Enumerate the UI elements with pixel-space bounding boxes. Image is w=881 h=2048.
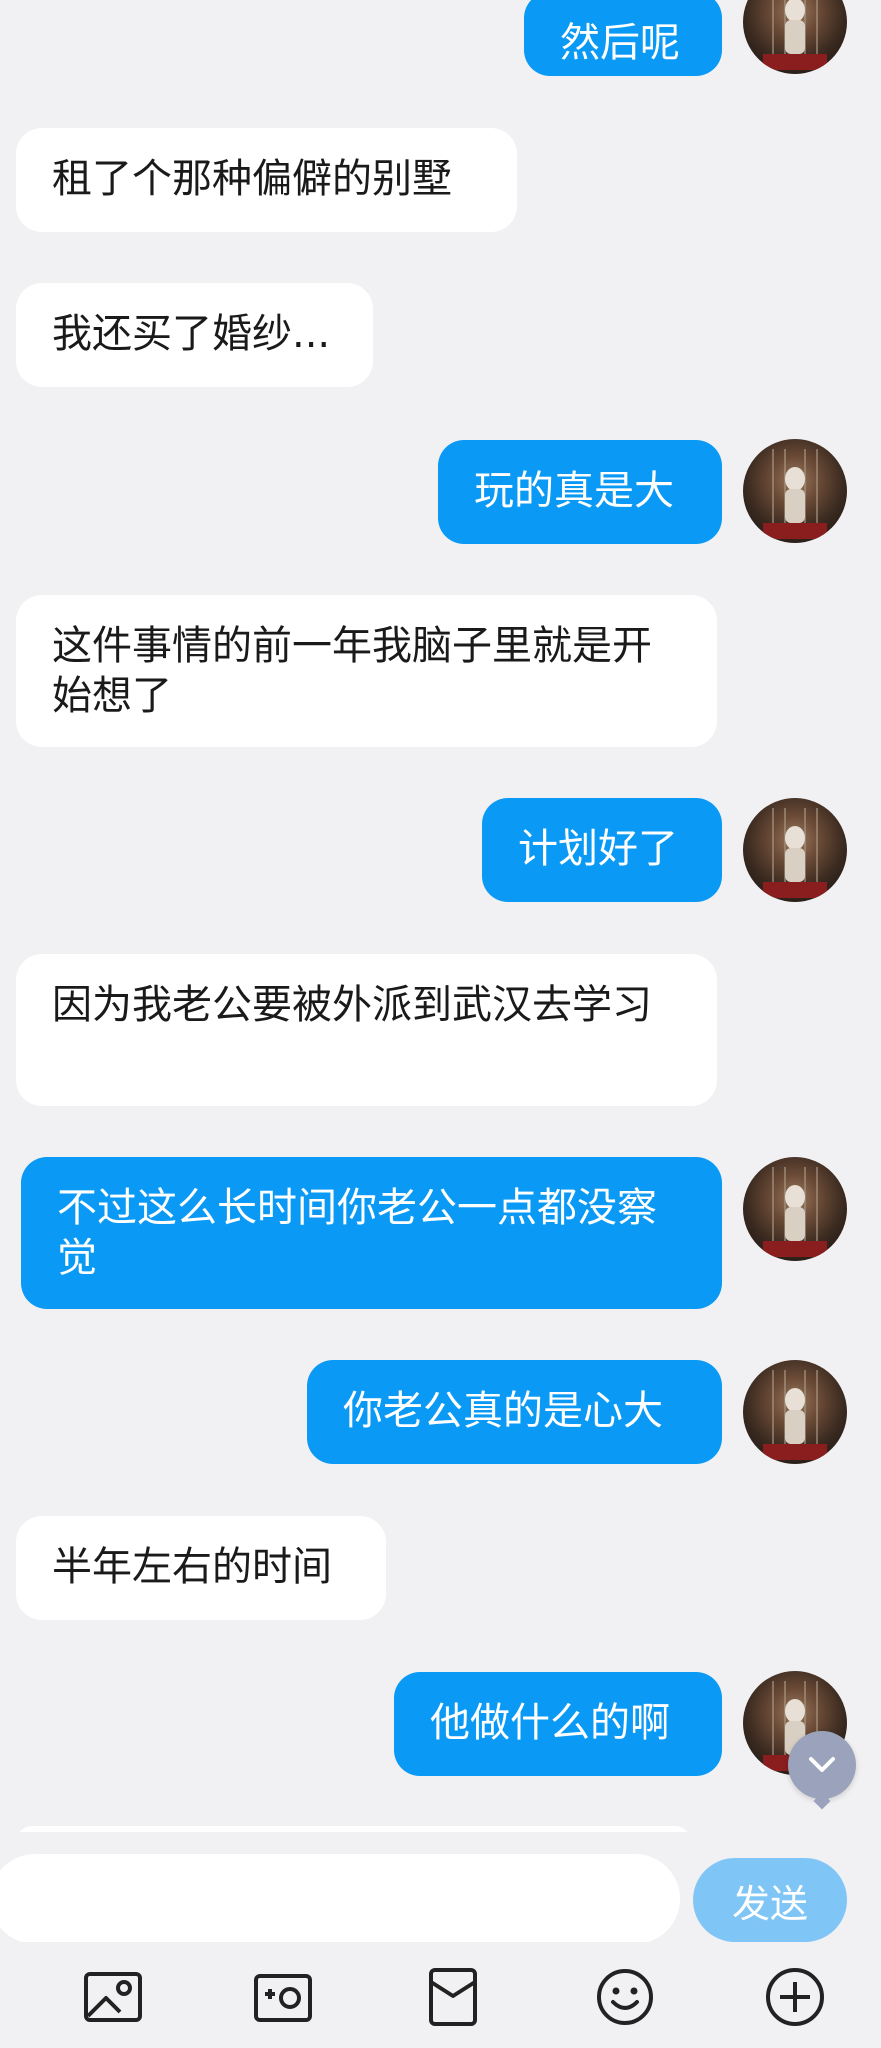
plus-icon[interactable] bbox=[762, 1964, 828, 2030]
red-packet-icon[interactable] bbox=[420, 1964, 486, 2030]
input-bar: 发送 bbox=[0, 1832, 881, 1944]
message-bubble-incoming[interactable]: 半年左右的时间 bbox=[16, 1516, 386, 1620]
avatar[interactable] bbox=[743, 439, 847, 543]
message-bubble-outgoing[interactable]: 计划好了 bbox=[482, 798, 722, 902]
camera-icon[interactable] bbox=[250, 1964, 316, 2030]
chat-area[interactable]: 然后呢 租了个那种偏僻的别墅 我还买了婚纱... 玩的真是大 这件事情的前一年我… bbox=[0, 0, 881, 1832]
chevron-down-icon bbox=[809, 1757, 835, 1772]
message-bubble-incoming[interactable]: 这件事情的前一年我脑子里就是开始想了 bbox=[16, 595, 717, 747]
message-bubble-outgoing[interactable]: 不过这么长时间你老公一点都没察觉 bbox=[21, 1157, 722, 1309]
avatar[interactable] bbox=[743, 1157, 847, 1261]
send-button[interactable]: 发送 bbox=[693, 1858, 847, 1942]
avatar[interactable] bbox=[743, 1360, 847, 1464]
emoji-icon[interactable] bbox=[592, 1964, 658, 2030]
message-bubble-outgoing[interactable]: 他做什么的啊 bbox=[394, 1672, 722, 1776]
message-bubble-incoming[interactable]: 因为我老公要被外派到武汉去学习 bbox=[16, 954, 717, 1106]
message-bubble-incoming[interactable]: 我还买了婚纱... bbox=[16, 283, 373, 387]
message-input[interactable] bbox=[0, 1854, 680, 1944]
image-icon[interactable] bbox=[80, 1964, 146, 2030]
scroll-to-bottom-button[interactable] bbox=[788, 1731, 856, 1799]
message-bubble-outgoing[interactable]: 玩的真是大 bbox=[438, 440, 722, 544]
avatar[interactable] bbox=[743, 798, 847, 902]
message-bubble-outgoing[interactable]: 你老公真的是心大 bbox=[307, 1360, 722, 1464]
bottom-toolbar bbox=[0, 1942, 881, 2048]
message-bubble-incoming[interactable]: 租了个那种偏僻的别墅 bbox=[16, 128, 517, 232]
avatar[interactable] bbox=[743, 0, 847, 74]
message-bubble-outgoing[interactable]: 然后呢 bbox=[524, 0, 722, 76]
